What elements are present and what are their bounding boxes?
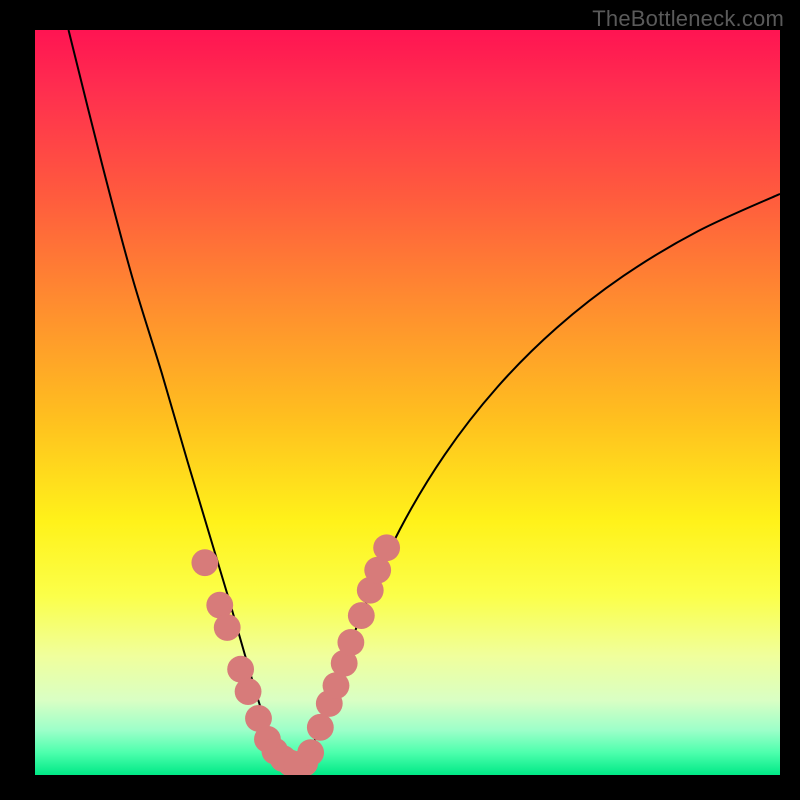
marker-dot [337,629,364,656]
plot-area [35,30,780,775]
bottleneck-curve [69,30,780,771]
marker-dot [307,714,334,741]
curve-right-branch [307,194,780,760]
marker-dot [235,678,262,705]
marker-dot [297,739,324,766]
marker-dot [214,614,241,641]
marker-dot [373,534,400,561]
chart-frame: TheBottleneck.com [0,0,800,800]
watermark-text: TheBottleneck.com [592,6,784,32]
marker-dot [348,602,375,629]
curve-svg [35,30,780,775]
marker-dots [191,534,400,775]
marker-dot [191,549,218,576]
curve-left-branch [69,30,292,768]
